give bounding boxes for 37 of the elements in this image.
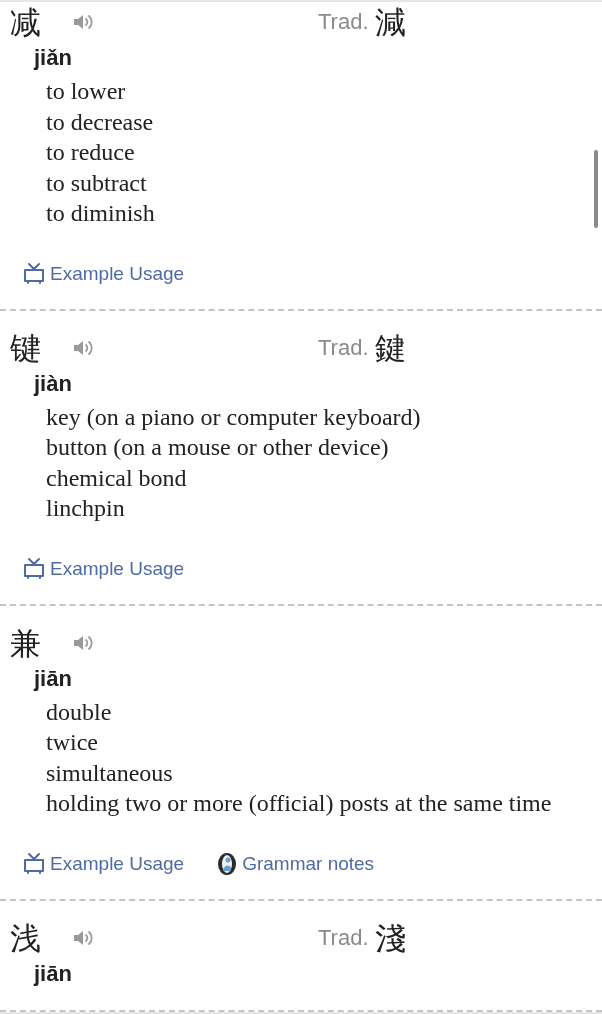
hanzi-character: 兼 xyxy=(10,623,41,663)
definition: chemical bond xyxy=(46,463,187,493)
scrollbar[interactable] xyxy=(594,150,598,228)
tv-icon xyxy=(22,261,46,286)
tv-icon xyxy=(22,851,46,876)
example-usage-link[interactable]: Example Usage xyxy=(22,556,185,581)
hanzi-character: 键 xyxy=(10,328,41,368)
speaker-icon[interactable] xyxy=(73,12,95,32)
definition: simultaneous xyxy=(46,758,173,788)
example-usage-link[interactable]: Example Usage xyxy=(22,261,185,286)
definition: double xyxy=(46,697,112,727)
definition: twice xyxy=(46,728,98,757)
definition: linchpin xyxy=(46,494,125,523)
pinyin: jiān xyxy=(34,665,72,691)
definition: to lower xyxy=(46,77,126,106)
grammar-notes-link[interactable]: Grammar notes xyxy=(216,851,375,876)
hanzi-character: 浅 xyxy=(10,918,41,958)
definition: to decrease xyxy=(46,107,154,137)
definition: key (on a piano or computer keyboard) xyxy=(46,402,421,432)
example-usage-link[interactable]: Example Usage xyxy=(22,851,185,876)
definition: to diminish xyxy=(46,199,155,228)
pinyin: jiǎn xyxy=(34,45,72,70)
tv-icon xyxy=(22,556,46,581)
definition: button (on a mouse or other device) xyxy=(46,433,389,462)
figure-icon xyxy=(216,851,239,876)
traditional-character: 減 xyxy=(374,3,406,42)
traditional-label: Trad. xyxy=(318,924,369,951)
definition: holding two or more (official) posts at the same time xyxy=(46,789,552,818)
traditional-label: Trad. xyxy=(318,334,369,361)
traditional-character: 淺 xyxy=(374,918,406,958)
pinyin: jiān xyxy=(34,960,72,986)
pinyin: jiàn xyxy=(34,370,72,396)
definition: to subtract xyxy=(46,168,147,198)
hanzi-character: 减 xyxy=(10,3,41,42)
definition: to reduce xyxy=(46,138,135,167)
traditional-character: 鍵 xyxy=(374,328,406,368)
traditional-label: Trad. xyxy=(318,9,369,35)
